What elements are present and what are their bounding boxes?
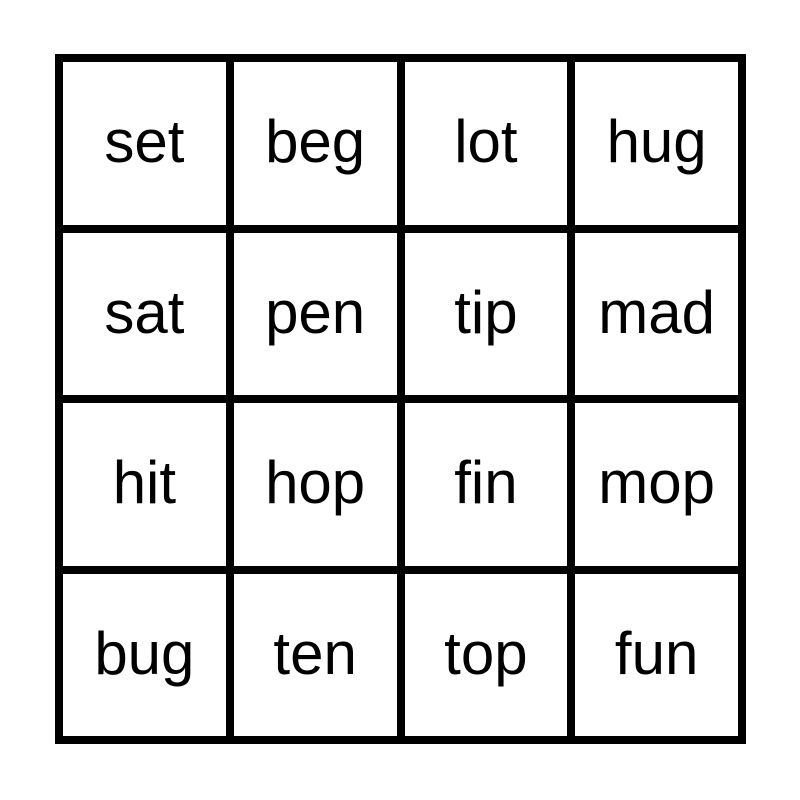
bingo-cell-r4c4[interactable]: fun bbox=[575, 573, 738, 736]
bingo-card-grid: set beg lot hug sat pen tip mad hit hop … bbox=[55, 54, 746, 744]
bingo-cell-label: lot bbox=[454, 108, 518, 176]
bingo-cell-label: mad bbox=[598, 278, 715, 346]
bingo-cell-r4c3[interactable]: top bbox=[404, 573, 568, 736]
bingo-cell-label: hug bbox=[606, 108, 707, 176]
bingo-cell-r1c4[interactable]: hug bbox=[575, 62, 738, 225]
bingo-cell-r3c1[interactable]: hit bbox=[63, 403, 226, 566]
bingo-cell-r2c2[interactable]: pen bbox=[233, 232, 397, 395]
bingo-cell-label: hit bbox=[112, 449, 177, 517]
bingo-cell-r1c3[interactable]: lot bbox=[404, 62, 568, 225]
bingo-cell-r3c3[interactable]: fin bbox=[404, 403, 568, 566]
bingo-cell-r4c2[interactable]: ten bbox=[233, 573, 397, 736]
bingo-cell-r1c1[interactable]: set bbox=[63, 62, 226, 225]
bingo-cell-r3c4[interactable]: mop bbox=[575, 403, 738, 566]
bingo-cell-r2c4[interactable]: mad bbox=[575, 232, 738, 395]
bingo-cell-r2c1[interactable]: sat bbox=[63, 232, 226, 395]
bingo-cell-label: beg bbox=[265, 108, 366, 176]
bingo-cell-r3c2[interactable]: hop bbox=[233, 403, 397, 566]
bingo-cell-label: hop bbox=[265, 449, 366, 517]
bingo-cell-label: sat bbox=[104, 278, 185, 346]
bingo-cell-label: ten bbox=[273, 619, 357, 687]
bingo-cell-label: bug bbox=[94, 619, 195, 687]
bingo-cell-label: pen bbox=[265, 278, 366, 346]
bingo-cell-label: set bbox=[104, 108, 185, 176]
bingo-cell-r1c2[interactable]: beg bbox=[233, 62, 397, 225]
bingo-cell-label: fin bbox=[454, 449, 518, 517]
bingo-cell-label: tip bbox=[454, 278, 518, 346]
bingo-cell-label: top bbox=[444, 619, 528, 687]
bingo-cell-r4c1[interactable]: bug bbox=[63, 573, 226, 736]
bingo-cell-label: fun bbox=[614, 619, 699, 687]
bingo-cell-label: mop bbox=[598, 449, 715, 517]
bingo-cell-r2c3[interactable]: tip bbox=[404, 232, 568, 395]
